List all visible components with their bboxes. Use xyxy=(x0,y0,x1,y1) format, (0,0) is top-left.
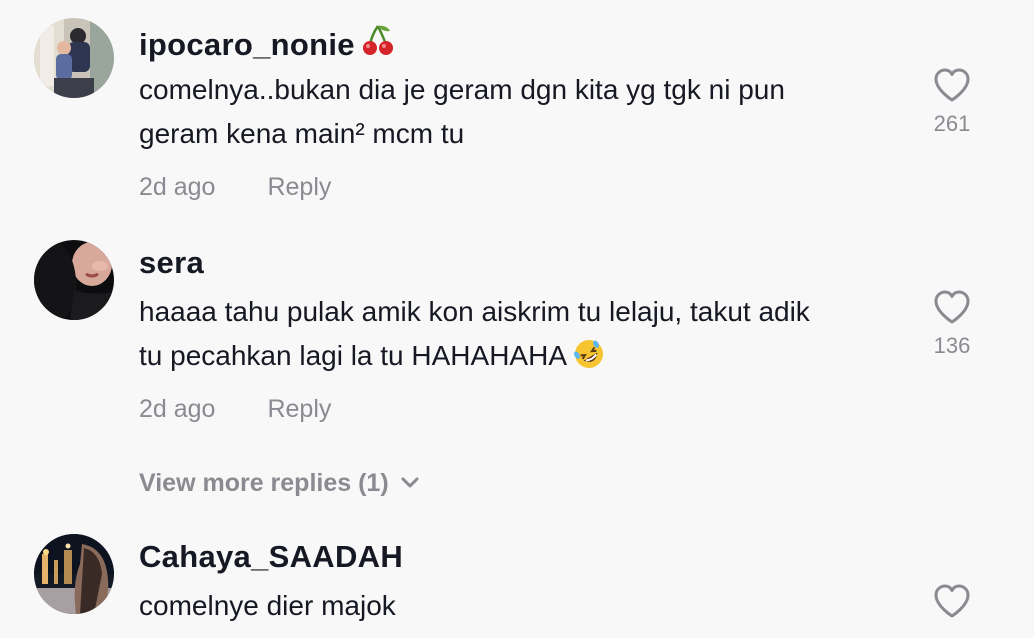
heart-outline-icon xyxy=(934,584,970,618)
comment-item: Cahaya_SAADAH comelnye dier majok xyxy=(0,0,1034,638)
comment-text: comelnye dier majok xyxy=(139,584,919,628)
username[interactable]: Cahaya_SAADAH xyxy=(139,539,403,575)
avatar[interactable] xyxy=(34,534,114,614)
like-button[interactable] xyxy=(930,583,974,619)
comment-list: ipocaro_nonie comelnya..bukan dia je ger… xyxy=(0,0,1034,638)
comment-text-line: comelnye dier majok xyxy=(139,590,396,621)
